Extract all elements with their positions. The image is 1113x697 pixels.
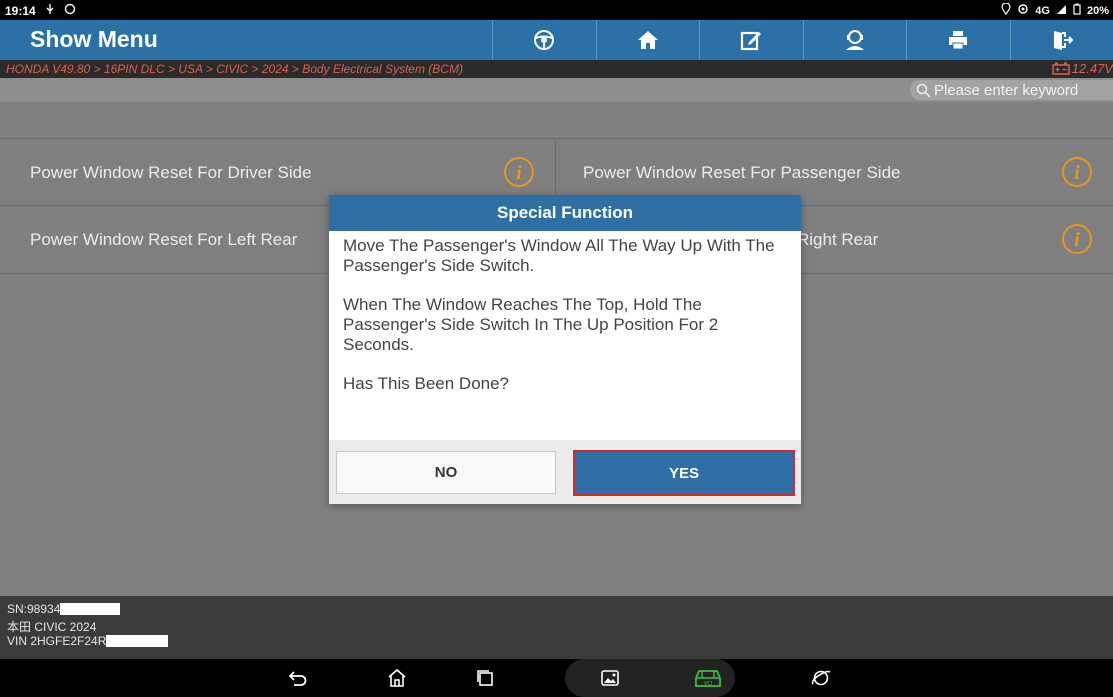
home-icon bbox=[637, 31, 658, 49]
vci-button[interactable]: VCI bbox=[690, 659, 726, 697]
breadcrumb: HONDA V49.80 > 16PIN DLC > USA > CIVIC >… bbox=[6, 62, 463, 76]
steering-wheel-button[interactable] bbox=[492, 20, 596, 60]
dialog-paragraph: When The Window Reaches The Top, Hold Th… bbox=[343, 295, 719, 354]
header-toolbar bbox=[492, 20, 1113, 60]
battery-level: 20% bbox=[1086, 4, 1109, 17]
svg-text:i: i bbox=[516, 162, 522, 184]
usb-icon bbox=[44, 3, 56, 18]
vin-number: VIN 2HGFE2F24R bbox=[7, 634, 169, 648]
dialog-buttons: NO YES bbox=[329, 440, 801, 504]
recents-icon bbox=[477, 670, 493, 686]
home-nav-button[interactable] bbox=[382, 659, 412, 697]
network-type: 4G bbox=[1035, 4, 1050, 17]
edit-report-button[interactable] bbox=[699, 20, 803, 60]
info-icon[interactable]: i bbox=[1061, 156, 1093, 193]
app-header: Show Menu bbox=[0, 20, 1113, 60]
recents-button[interactable] bbox=[470, 659, 500, 697]
location-icon bbox=[1001, 2, 1011, 18]
vci-icon: VCI bbox=[695, 670, 721, 687]
list-item-label: Power Window Reset For Passenger Side bbox=[583, 162, 901, 182]
browser-button[interactable] bbox=[806, 659, 836, 697]
battery-voltage: 12.47V bbox=[1052, 61, 1113, 76]
info-icon[interactable]: i bbox=[503, 156, 535, 193]
dialog-title: Special Function bbox=[329, 195, 801, 231]
dialog-message: Move The Passenger's Window All The Way … bbox=[329, 231, 801, 440]
exit-button[interactable] bbox=[1009, 20, 1113, 60]
exit-icon bbox=[1053, 31, 1073, 50]
search-input[interactable] bbox=[934, 81, 1113, 99]
signal-icon bbox=[1056, 4, 1067, 18]
screenshot-button[interactable] bbox=[595, 659, 625, 697]
yes-button[interactable]: YES bbox=[573, 450, 795, 496]
svg-text:i: i bbox=[1074, 162, 1080, 184]
search-box[interactable] bbox=[910, 80, 1113, 100]
page-title: Show Menu bbox=[30, 26, 158, 52]
chat-icon bbox=[64, 3, 76, 18]
serial-number-text: SN:98934 bbox=[7, 602, 61, 616]
special-function-dialog: Special Function Move The Passenger's Wi… bbox=[329, 195, 801, 504]
print-icon bbox=[949, 31, 968, 50]
dialog-question: Has This Been Done? bbox=[343, 374, 510, 393]
print-button[interactable] bbox=[906, 20, 1010, 60]
info-icon[interactable]: i bbox=[1061, 223, 1093, 260]
system-nav-bar: VCI bbox=[0, 659, 1113, 697]
status-bar: 19:14 4G 20% bbox=[0, 0, 1113, 20]
redaction-box bbox=[60, 603, 121, 615]
search-row bbox=[0, 78, 1113, 102]
no-button[interactable]: NO bbox=[336, 451, 556, 494]
image-icon bbox=[601, 670, 619, 686]
back-icon bbox=[288, 671, 307, 686]
vehicle-info-footer: SN:98934 本田 CIVIC 2024 VIN 2HGFE2F24R bbox=[0, 596, 1113, 659]
car-battery-icon bbox=[1052, 62, 1070, 75]
home-outline-icon bbox=[388, 668, 406, 687]
data-sync-icon bbox=[1017, 3, 1029, 18]
voltage-value: 12.47V bbox=[1071, 61, 1113, 76]
list-item-label: Right Rear bbox=[797, 229, 879, 249]
remote-support-button[interactable] bbox=[802, 20, 907, 60]
status-time: 19:14 bbox=[5, 3, 36, 18]
home-button[interactable] bbox=[595, 20, 700, 60]
steering-wheel-icon bbox=[534, 30, 555, 50]
svg-text:i: i bbox=[1074, 229, 1080, 251]
redaction-box bbox=[106, 635, 169, 647]
vin-text: VIN 2HGFE2F24R bbox=[7, 634, 107, 648]
planet-icon bbox=[811, 670, 831, 686]
serial-number: SN:98934 bbox=[7, 602, 121, 616]
remote-support-icon bbox=[845, 30, 864, 50]
edit-report-icon bbox=[741, 31, 762, 51]
breadcrumb-bar: HONDA V49.80 > 16PIN DLC > USA > CIVIC >… bbox=[0, 60, 1113, 78]
battery-icon bbox=[1073, 3, 1081, 18]
list-item-label: Power Window Reset For Left Rear bbox=[30, 229, 298, 249]
svg-text:VCI: VCI bbox=[704, 681, 712, 687]
vehicle-model: 本田 CIVIC 2024 bbox=[7, 620, 97, 634]
back-button[interactable] bbox=[283, 659, 313, 697]
list-item-label: Power Window Reset For Driver Side bbox=[30, 162, 312, 182]
dialog-paragraph: Move The Passenger's Window All The Way … bbox=[343, 236, 775, 275]
search-icon bbox=[916, 83, 931, 98]
